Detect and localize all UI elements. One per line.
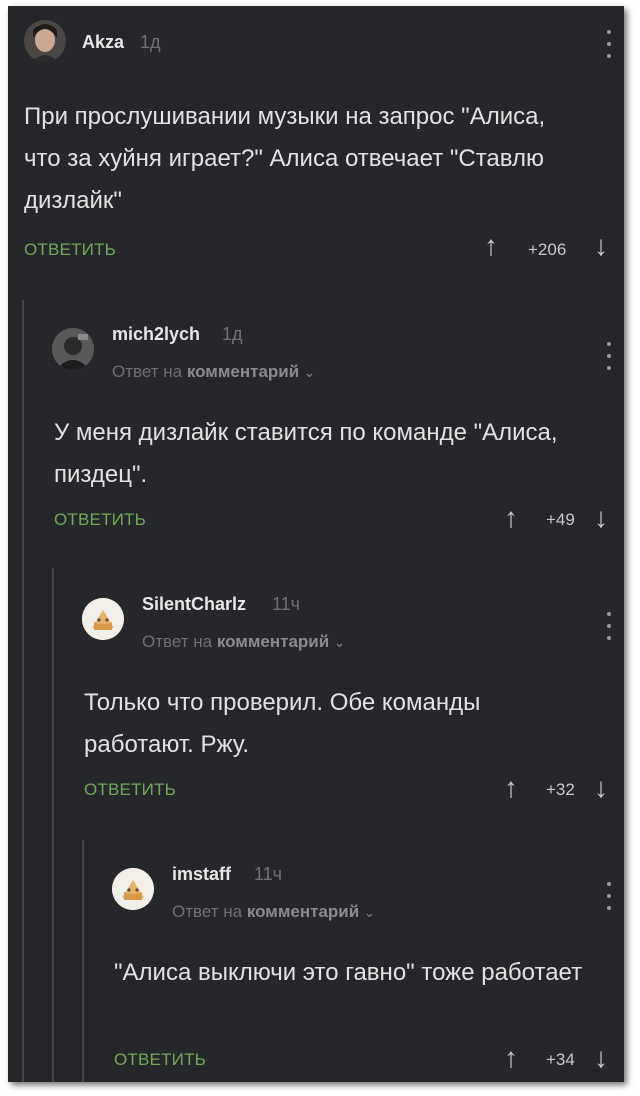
comment-score: +32 [546, 780, 575, 799]
reply-to-label[interactable]: Ответ на комментарий ⌄ [142, 632, 345, 652]
default-avatar-icon [112, 868, 154, 910]
thread-line-level-2 [52, 568, 54, 1082]
reply-to-prefix: Ответ на [112, 362, 183, 381]
comment-text: При прослушивании музыки на запрос "Алис… [24, 103, 546, 214]
arrow-up-icon[interactable]: ↑ [484, 232, 498, 260]
comment-time: 11ч [254, 864, 283, 884]
reply-to-target[interactable]: комментарий [217, 632, 329, 651]
comment: mich2lych 1д Ответ на комментарий ⌄ У ме… [38, 302, 624, 568]
comment: Akza 1д При прослушивании музыки на запр… [8, 6, 624, 296]
reply-button[interactable]: ОТВЕТИТЬ [54, 510, 146, 530]
chevron-down-icon: ⌄ [303, 365, 315, 380]
avatar-photo-icon [52, 328, 94, 370]
reply-button[interactable]: ОТВЕТИТЬ [84, 780, 176, 800]
comment-author[interactable]: SilentCharlz [142, 594, 246, 615]
default-avatar-icon [82, 598, 124, 640]
arrow-down-icon[interactable]: ↓ [594, 774, 608, 802]
comments-thread: Akza 1д При прослушивании музыки на запр… [8, 6, 624, 1082]
comment-time: 1д [222, 324, 243, 344]
thread-line-level-3 [82, 840, 84, 1082]
reply-to-label[interactable]: Ответ на комментарий ⌄ [172, 902, 375, 922]
comment-score: +206 [528, 240, 567, 259]
reply-to-prefix: Ответ на [172, 902, 243, 921]
comment-score: +34 [546, 1050, 575, 1069]
comment-text: У меня дизлайк ставится по команде "Алис… [54, 419, 558, 488]
avatar[interactable] [52, 328, 94, 370]
reply-button[interactable]: ОТВЕТИТЬ [24, 240, 116, 260]
comment-author[interactable]: imstaff [172, 864, 231, 885]
avatar[interactable] [24, 20, 66, 62]
arrow-down-icon[interactable]: ↓ [594, 232, 608, 260]
arrow-up-icon[interactable]: ↑ [504, 774, 518, 802]
arrow-down-icon[interactable]: ↓ [594, 1044, 608, 1072]
reply-to-target[interactable]: комментарий [187, 362, 299, 381]
comment-time: 11ч [272, 594, 301, 614]
more-vertical-icon[interactable] [606, 612, 612, 640]
comment: imstaff 11ч Ответ на комментарий ⌄ "Алис… [98, 842, 624, 1082]
comment-author[interactable]: mich2lych [112, 324, 200, 345]
arrow-up-icon[interactable]: ↑ [504, 1044, 518, 1072]
reply-to-target[interactable]: комментарий [247, 902, 359, 921]
reply-to-label[interactable]: Ответ на комментарий ⌄ [112, 362, 315, 382]
comment-text: "Алиса выключи это гавно" тоже работает [114, 959, 583, 986]
comment-author[interactable]: Akza [82, 32, 124, 53]
chevron-down-icon: ⌄ [333, 635, 345, 650]
chevron-down-icon: ⌄ [363, 905, 375, 920]
thread-line-level-1 [22, 300, 24, 1082]
avatar[interactable] [82, 598, 124, 640]
arrow-up-icon[interactable]: ↑ [504, 504, 518, 532]
comment: SilentCharlz 11ч Ответ на комментарий ⌄ … [68, 572, 624, 838]
comment-time: 1д [140, 32, 161, 52]
more-vertical-icon[interactable] [606, 342, 612, 370]
reply-to-prefix: Ответ на [142, 632, 213, 651]
comment-text: Только что проверил. Обе команды работаю… [84, 689, 481, 758]
avatar[interactable] [112, 868, 154, 910]
arrow-down-icon[interactable]: ↓ [594, 504, 608, 532]
avatar-photo-icon [24, 20, 66, 62]
more-vertical-icon[interactable] [606, 882, 612, 910]
reply-button[interactable]: ОТВЕТИТЬ [114, 1050, 206, 1070]
comment-score: +49 [546, 510, 575, 529]
more-vertical-icon[interactable] [606, 30, 612, 58]
